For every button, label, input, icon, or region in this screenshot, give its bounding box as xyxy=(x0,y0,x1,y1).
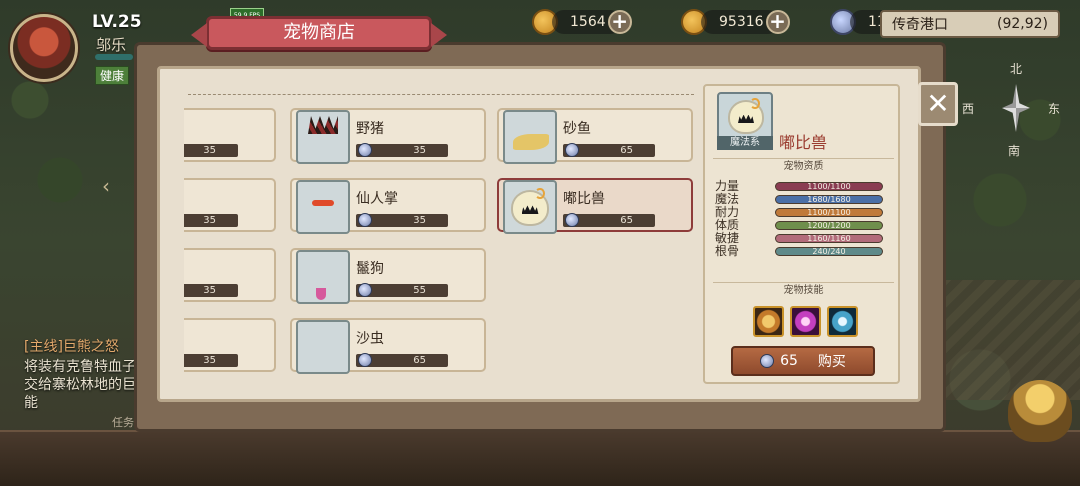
gem-icon xyxy=(565,143,579,157)
quest-title[interactable]: [主线]巨熊之怒 xyxy=(24,336,119,356)
pet-price: 35 xyxy=(184,214,238,227)
pet-price: 35 xyxy=(184,144,238,157)
stat-row: 根骨 240/240 xyxy=(715,245,895,258)
skill-ice-crystal-icon[interactable] xyxy=(827,306,858,337)
pet-name: 嘟比兽 xyxy=(563,191,605,207)
pet-name: 砂鱼 xyxy=(563,121,591,137)
buy-label: 购买 xyxy=(817,354,846,370)
compass-rose-icon xyxy=(1002,84,1030,132)
stat-label: 根骨 xyxy=(715,244,740,258)
pet-card-selected[interactable]: 嘟比兽 65 xyxy=(497,178,693,234)
pet-type-tag: 魔法系 xyxy=(717,136,773,150)
add-gold-button[interactable]: + xyxy=(607,10,632,34)
add-copper-button[interactable]: + xyxy=(765,10,790,34)
stat-value-bar: 1200/1200 xyxy=(775,221,883,230)
stats-list: 力量 1100/1100 魔法 1680/1680 耐力 1100/1100 体… xyxy=(715,180,895,258)
pet-name: 野猪 xyxy=(356,121,384,137)
pet-name: 鬣狗 xyxy=(356,261,384,277)
stat-row: 魔法 1680/1680 xyxy=(715,193,895,206)
stat-row: 耐力 1100/1100 xyxy=(715,206,895,219)
stat-value-bar: 1100/1100 xyxy=(775,208,883,217)
skill-golden-orb-icon[interactable] xyxy=(753,306,784,337)
gem-icon xyxy=(358,213,372,227)
player-level: LV.25 xyxy=(92,12,142,32)
stat-value-bar: 1100/1100 xyxy=(775,182,883,191)
buy-button[interactable]: 65 购买 xyxy=(731,346,875,376)
pet-list[interactable]: 虫 35 野猪 35 砂鱼 65 巨猩 35 仙人掌 35 嘟比兽 65 兽 3… xyxy=(184,100,696,380)
gold-bag-icon[interactable] xyxy=(1008,380,1072,442)
close-button[interactable]: ✕ xyxy=(918,82,958,126)
pet-name: 沙虫 xyxy=(356,331,384,347)
pet-name: 仙人掌 xyxy=(356,191,398,207)
pet-dubi-icon xyxy=(503,180,557,234)
dubi-creature-icon xyxy=(728,97,764,134)
location-coords: (92,92) xyxy=(996,16,1048,32)
compass-west: 西 xyxy=(962,102,975,116)
task-label[interactable]: 任务 xyxy=(112,414,134,430)
stat-row: 体质 1200/1200 xyxy=(715,219,895,232)
divider xyxy=(188,94,694,95)
pet-card[interactable]: 虫 35 xyxy=(184,108,276,162)
player-name: 邬乐 xyxy=(96,36,127,54)
location-name: 传奇港口 xyxy=(892,17,948,33)
stat-value-bar: 1680/1680 xyxy=(775,195,883,204)
copper-resource: 95316 + xyxy=(681,8,790,36)
stat-value-bar: 240/240 xyxy=(775,247,883,256)
pet-card[interactable]: 仙人掌 35 xyxy=(290,178,486,234)
pet-sandworm-icon xyxy=(296,320,350,374)
pet-sandfish-icon xyxy=(503,110,557,164)
player-hp-bar xyxy=(95,54,133,60)
shop-title: 宠物商店 xyxy=(191,16,447,50)
gold-resource: 1564 + xyxy=(532,8,632,36)
pet-price: 35 xyxy=(184,284,238,297)
compass-east: 东 xyxy=(1048,102,1061,116)
quest-description[interactable]: 将装有克鲁特血子交给寨松林地的巨能 xyxy=(24,358,142,412)
gem-icon xyxy=(565,213,579,227)
gem-icon xyxy=(358,143,372,157)
stat-row: 力量 1100/1100 xyxy=(715,180,895,193)
pet-boar-icon xyxy=(296,110,350,164)
dubi-creature-icon xyxy=(511,187,549,226)
pet-detail-panel: 魔法系 嘟比兽 宠物资质 力量 1100/1100 魔法 1680/1680 耐… xyxy=(703,84,900,384)
stat-value-bar: 1160/1160 xyxy=(775,234,883,243)
buy-price: 65 xyxy=(780,353,798,369)
player-avatar[interactable] xyxy=(10,14,78,82)
pet-hyena-icon xyxy=(296,250,350,304)
pet-card[interactable]: 兽 35 xyxy=(184,248,276,302)
gem-icon xyxy=(760,354,775,368)
compass-south: 南 xyxy=(1008,144,1021,158)
compass-north: 北 xyxy=(1010,62,1023,76)
skills-row xyxy=(753,306,858,337)
health-status-badge: 健康 xyxy=(95,66,130,85)
pet-card[interactable]: 巨猩 35 xyxy=(184,178,276,232)
compass: 北 西 东 南 xyxy=(962,60,1060,160)
bottom-bar xyxy=(0,430,1080,486)
aptitude-header: 宠物资质 xyxy=(713,158,894,174)
gem-icon xyxy=(358,353,372,367)
selected-pet-name: 嘟比兽 xyxy=(779,133,828,152)
pet-card[interactable]: 砂鱼 65 xyxy=(497,108,693,164)
pet-card[interactable]: 沙虫 65 xyxy=(290,318,486,374)
pet-card[interactable]: 野猪 35 xyxy=(290,108,486,164)
gem-icon xyxy=(358,283,372,297)
stat-row: 敏捷 1160/1160 xyxy=(715,232,895,245)
pet-price: 35 xyxy=(184,354,238,367)
chevron-left-icon[interactable]: ‹ xyxy=(102,174,110,198)
location-bar[interactable]: 传奇港口 (92,92) xyxy=(880,10,1060,38)
pet-card[interactable]: 鬣狗 55 xyxy=(290,248,486,304)
skill-pink-burst-icon[interactable] xyxy=(790,306,821,337)
pet-cactus-icon xyxy=(296,180,350,234)
skills-header: 宠物技能 xyxy=(713,282,894,298)
pet-card[interactable]: 35 xyxy=(184,318,276,372)
